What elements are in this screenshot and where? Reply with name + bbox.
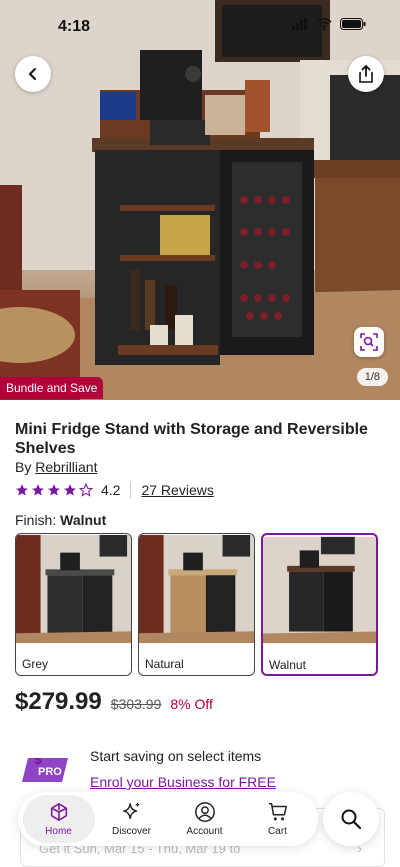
brand-link[interactable]: Rebrilliant — [35, 459, 97, 475]
account-icon — [194, 802, 215, 822]
enrol-business-link[interactable]: Enrol your Business for FREE — [90, 774, 276, 790]
product-image-gallery[interactable]: 4:18 1/8 Bundle and Save — [0, 0, 400, 400]
star-full-icon — [64, 484, 76, 496]
nav-home-label: Home — [45, 826, 72, 837]
price-row: $279.99 $303.99 8% Off — [15, 688, 213, 716]
brand-prefix: By — [15, 459, 32, 475]
star-full-icon — [48, 484, 60, 496]
star-empty-icon — [79, 483, 93, 497]
finish-option-grey[interactable]: Grey — [15, 533, 132, 676]
finish-walnut-thumbnail — [263, 536, 376, 644]
signal-icon — [292, 18, 307, 30]
visual-search-button[interactable] — [354, 327, 384, 357]
bottom-navigation: Home Discover Account Cart — [18, 792, 318, 846]
status-icons — [292, 18, 366, 30]
finish-label-text: Finish: — [15, 512, 57, 528]
search-button[interactable] — [323, 792, 379, 846]
finish-label: Finish: Walnut — [15, 512, 106, 528]
nav-cart[interactable]: Cart — [242, 795, 314, 843]
finish-grey-thumbnail — [16, 534, 131, 644]
bundle-badge[interactable]: Bundle and Save — [0, 377, 104, 399]
rating-row: 4.2 27 Reviews — [15, 482, 214, 498]
pro-badge-icon: $ PRO — [22, 758, 68, 782]
original-price: $303.99 — [110, 696, 162, 712]
star-full-icon — [16, 484, 28, 496]
discount-percent: 8% Off — [170, 696, 213, 712]
home-icon — [50, 802, 67, 822]
scan-search-icon — [360, 333, 378, 351]
finish-option-natural[interactable]: Natural — [138, 533, 255, 676]
finish-selected-value: Walnut — [60, 512, 107, 528]
finish-options: Grey Natural Walnut — [15, 533, 378, 676]
nav-cart-label: Cart — [268, 826, 287, 837]
status-time: 4:18 — [58, 18, 91, 35]
rating-divider — [130, 482, 132, 498]
product-title: Mini Fridge Stand with Storage and Rever… — [15, 421, 368, 457]
product-photo — [0, 0, 400, 400]
finish-natural-label: Natural — [145, 657, 184, 671]
star-full-icon — [32, 484, 44, 496]
sparkle-icon — [122, 802, 139, 820]
finish-walnut-label: Walnut — [269, 658, 306, 672]
pro-badge-text: PRO — [38, 766, 62, 778]
pro-text: Start saving on select items — [90, 748, 262, 764]
cart-icon — [268, 803, 287, 821]
finish-natural-thumbnail — [139, 534, 254, 644]
nav-discover-label: Discover — [112, 826, 151, 837]
reviews-link[interactable]: 27 Reviews — [141, 482, 213, 498]
battery-icon — [340, 18, 366, 30]
nav-discover[interactable]: Discover — [96, 795, 168, 843]
star-rating — [15, 483, 93, 497]
share-icon — [359, 65, 373, 83]
back-button[interactable] — [15, 56, 51, 92]
brand-line: By Rebrilliant — [15, 459, 97, 475]
nav-home[interactable]: Home — [22, 795, 95, 843]
finish-grey-label: Grey — [22, 657, 49, 671]
nav-account[interactable]: Account — [169, 795, 241, 843]
wifi-icon — [316, 18, 332, 30]
nav-account-label: Account — [186, 826, 223, 837]
status-bar: 4:18 — [0, 0, 400, 54]
image-counter: 1/8 — [356, 368, 388, 386]
current-price: $279.99 — [15, 688, 102, 715]
finish-option-walnut[interactable]: Walnut — [261, 533, 378, 676]
chevron-left-icon — [29, 68, 36, 80]
rating-value: 4.2 — [101, 482, 121, 498]
share-button[interactable] — [348, 56, 384, 92]
search-icon — [341, 809, 362, 830]
